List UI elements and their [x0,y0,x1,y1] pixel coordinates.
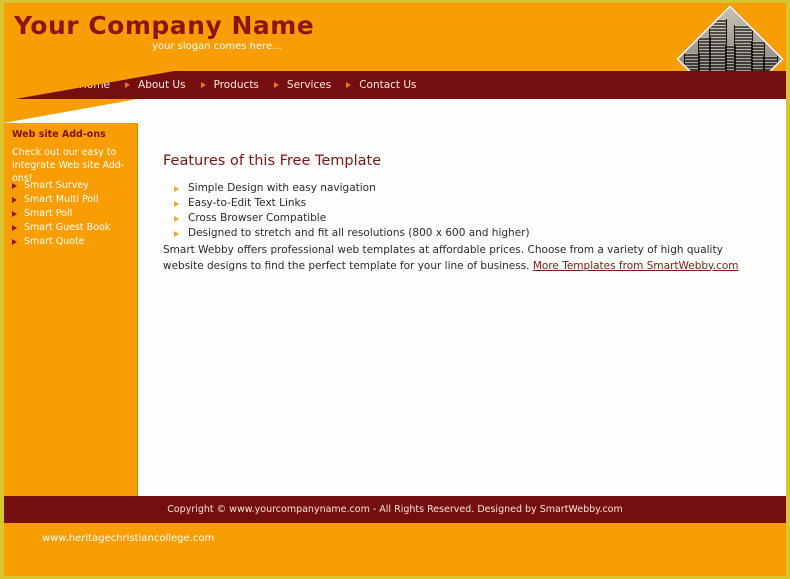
more-templates-link[interactable]: More Templates from SmartWebby.com [533,260,739,272]
site-header: Your Company Name your slogan comes here… [4,3,786,71]
sidebar-item-smart-quote[interactable]: Smart Quote [24,235,85,249]
feature-label: Simple Design with easy navigation [188,182,376,194]
chevron-right-icon [174,200,179,207]
copyright-bar: Copyright © www.yourcompanyname.com - Al… [4,496,786,523]
copyright-text: Copyright © www.yourcompanyname.com - Al… [167,504,623,515]
nav-item-services[interactable]: Services [285,79,340,91]
content-heading: Features of this Free Template [163,153,382,169]
list-item: Cross Browser Compatible [174,211,530,226]
chevron-right-icon [174,185,179,192]
chevron-right-icon [200,82,206,88]
feature-label: Cross Browser Compatible [188,212,327,224]
sidebar-heading: Web site Add-ons [12,129,106,140]
nav-item-about-us[interactable]: About Us [136,79,195,91]
footer-bottom-bar: www.heritagechristiancollege.com [4,523,786,576]
list-item[interactable]: Smart Guest Book [12,221,137,235]
sidebar-item-smart-multi-poll[interactable]: Smart Multi Poll [24,193,98,207]
nav-item-list: Home About Us Products Services Contact … [66,71,426,99]
chevron-right-icon [12,183,17,189]
main-navigation: Home About Us Products Services Contact … [4,71,786,99]
chevron-right-icon [273,82,279,88]
chevron-right-icon [12,211,17,217]
skyscraper-photo [676,5,784,71]
body-area: Web site Add-ons Check out our easy to i… [4,99,786,496]
site-slogan: your slogan comes here... [152,41,282,52]
chevron-right-icon [12,239,17,245]
list-item[interactable]: Smart Quote [12,235,137,249]
list-item[interactable]: Smart Multi Poll [12,193,137,207]
skyscraper-photo-frame [676,5,784,71]
site-url-text: www.heritagechristiancollege.com [42,533,215,544]
sidebar-item-smart-guest-book[interactable]: Smart Guest Book [24,221,110,235]
chevron-right-icon [12,225,17,231]
main-content: Features of this Free Template Simple De… [138,99,786,496]
chevron-right-icon [174,215,179,222]
sidebar-diagonal-cut [4,99,138,123]
list-item[interactable]: Smart Poll [12,207,137,221]
skyscraper-photo-image [678,7,782,71]
chevron-right-icon [66,82,71,88]
list-item[interactable]: Smart Survey [12,179,137,193]
page-root: Your Company Name your slogan comes here… [0,0,790,579]
sidebar-item-smart-survey[interactable]: Smart Survey [24,179,89,193]
chevron-right-icon [12,197,17,203]
feature-label: Designed to stretch and fit all resoluti… [188,227,530,239]
feature-list: Simple Design with easy navigation Easy-… [174,181,530,241]
sidebar: Web site Add-ons Check out our easy to i… [4,99,138,496]
chevron-right-icon [346,82,352,88]
chevron-right-icon [125,82,131,88]
sidebar-item-smart-poll[interactable]: Smart Poll [24,207,72,221]
list-item: Easy-to-Edit Text Links [174,196,530,211]
feature-label: Easy-to-Edit Text Links [188,197,307,209]
building-shape [763,56,778,71]
chevron-right-icon [174,230,179,237]
list-item: Designed to stretch and fit all resoluti… [174,226,530,241]
nav-item-home[interactable]: Home [77,79,119,91]
list-item: Simple Design with easy navigation [174,181,530,196]
nav-item-products[interactable]: Products [212,79,268,91]
content-paragraph: Smart Webby offers professional web temp… [163,243,763,274]
page-title: Your Company Name [14,11,315,40]
nav-item-contact-us[interactable]: Contact Us [357,79,425,91]
sidebar-link-list: Smart Survey Smart Multi Poll Smart Poll… [12,179,137,249]
